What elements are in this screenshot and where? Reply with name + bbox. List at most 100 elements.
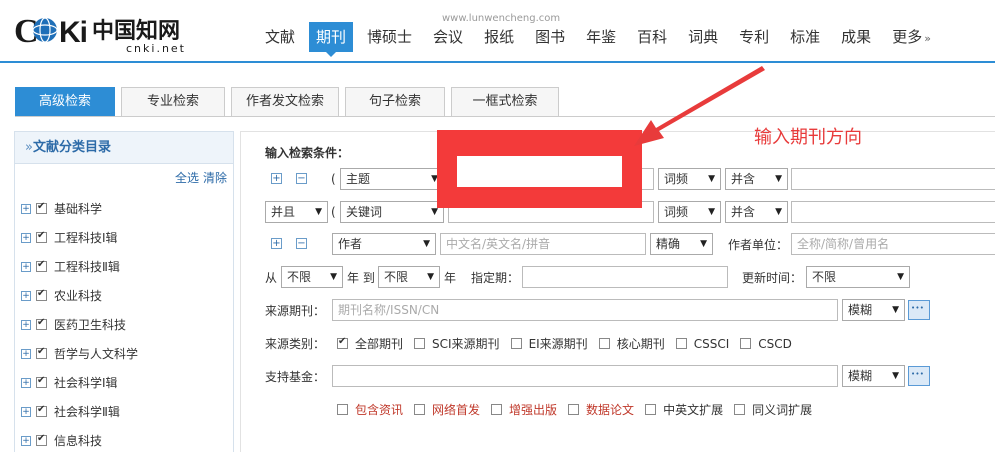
search-tab[interactable]: 专业检索 <box>121 87 225 117</box>
extra-option-checkbox[interactable] <box>568 404 580 415</box>
nav-item[interactable]: 年鉴 <box>579 22 623 52</box>
source-category-checkbox[interactable] <box>675 338 687 349</box>
caret-down-icon: ▼ <box>892 305 899 315</box>
category-checkbox[interactable] <box>36 259 47 272</box>
extra-option-label: 增强出版 <box>509 403 558 417</box>
category-checkbox[interactable] <box>36 346 47 359</box>
remove-row-minus-icon[interactable]: − <box>296 173 307 184</box>
expand-plus-icon[interactable]: + <box>21 406 31 417</box>
highlighted-input-area[interactable] <box>457 156 622 187</box>
source-category-checkbox[interactable] <box>740 338 752 349</box>
extra-option-checkbox[interactable] <box>491 404 503 415</box>
year-to-label: 年 到 <box>347 271 375 285</box>
nav-item[interactable]: 标准 <box>783 22 827 52</box>
nav-item[interactable]: 图书 <box>528 22 572 52</box>
caret-down-icon: ▼ <box>423 239 430 249</box>
nav-item[interactable]: 成果 <box>834 22 878 52</box>
category-item[interactable]: + 哲学与人文科学 <box>21 339 138 368</box>
expand-plus-icon[interactable]: + <box>21 261 31 272</box>
source-journal-input[interactable]: 期刊名称/ISSN/CN <box>332 299 838 321</box>
expand-plus-icon[interactable]: + <box>21 319 31 330</box>
category-checkbox[interactable] <box>36 317 47 330</box>
double-chevron-icon: » <box>25 140 33 155</box>
nav-item[interactable]: 更多» <box>885 22 938 52</box>
category-label: 工程科技Ⅱ辑 <box>54 260 120 274</box>
expand-plus-icon[interactable]: + <box>21 435 31 446</box>
row1-term2-input[interactable] <box>791 168 995 190</box>
svg-text:cnki.net: cnki.net <box>126 42 186 55</box>
source-category-label: CSCD <box>758 336 792 351</box>
category-item[interactable]: + 医药卫生科技 <box>21 310 138 339</box>
row2-field-select[interactable]: 关键词 ▼ <box>340 201 444 223</box>
fund-input[interactable] <box>332 365 838 387</box>
category-checkbox[interactable] <box>36 433 47 446</box>
row2-logic-select[interactable]: 并且 ▼ <box>265 201 328 223</box>
extra-option-checkbox[interactable] <box>414 404 426 415</box>
remove-author-minus-icon[interactable]: − <box>296 238 307 249</box>
from-year-select[interactable]: 不限 ▼ <box>281 266 343 288</box>
caret-down-icon: ▼ <box>708 174 715 184</box>
search-tab[interactable]: 句子检索 <box>345 87 445 117</box>
expand-plus-icon[interactable]: + <box>21 203 31 214</box>
nav-item[interactable]: 文献 <box>258 22 302 52</box>
search-tab[interactable]: 高级检索 <box>15 87 115 117</box>
nav-item[interactable]: 期刊 <box>309 22 354 57</box>
clear-link[interactable]: 清除 <box>203 171 227 185</box>
expand-plus-icon[interactable]: + <box>21 290 31 301</box>
nav-item[interactable]: 词典 <box>681 22 725 52</box>
caret-down-icon: ▼ <box>897 272 904 282</box>
source-category-checkbox[interactable] <box>337 336 348 349</box>
row1-field-select[interactable]: 主题 ▼ <box>340 168 444 190</box>
expand-plus-icon[interactable]: + <box>21 232 31 243</box>
category-checkbox[interactable] <box>36 201 47 214</box>
author-unit-input[interactable]: 全称/简称/曾用名 <box>791 233 995 255</box>
fund-match-select[interactable]: 模糊 ▼ <box>842 365 905 387</box>
nav-item[interactable]: 百科 <box>630 22 674 52</box>
source-category-checkbox[interactable] <box>414 338 426 349</box>
category-item[interactable]: + 社会科学Ⅱ辑 <box>21 397 138 426</box>
row1-relation-select[interactable]: 并含 ▼ <box>725 168 788 190</box>
category-item[interactable]: + 农业科技 <box>21 281 138 310</box>
specified-period-input[interactable] <box>522 266 728 288</box>
category-checkbox[interactable] <box>36 404 47 417</box>
add-author-plus-icon[interactable]: + <box>271 238 282 249</box>
category-checkbox[interactable] <box>36 375 47 388</box>
row1-frequency-select[interactable]: 词频 ▼ <box>658 168 721 190</box>
cnki-logo[interactable]: C Ki 中国知网 cnki.net <box>14 6 224 56</box>
row2-term2-input[interactable] <box>791 201 995 223</box>
category-item[interactable]: + 信息科技 <box>21 426 138 452</box>
author-match-select[interactable]: 精确 ▼ <box>650 233 713 255</box>
fund-picker-button[interactable] <box>908 366 930 386</box>
category-item[interactable]: + 工程科技Ⅱ辑 <box>21 252 138 281</box>
update-time-select[interactable]: 不限 ▼ <box>806 266 910 288</box>
expand-plus-icon[interactable]: + <box>21 348 31 359</box>
caret-down-icon: ▼ <box>427 272 434 282</box>
source-match-select[interactable]: 模糊 ▼ <box>842 299 905 321</box>
category-item[interactable]: + 工程科技Ⅰ辑 <box>21 223 138 252</box>
category-item[interactable]: + 基础科学 <box>21 194 138 223</box>
category-checkbox[interactable] <box>36 288 47 301</box>
nav-item[interactable]: 博硕士 <box>360 22 419 52</box>
search-tab[interactable]: 作者发文检索 <box>231 87 339 117</box>
to-year-select[interactable]: 不限 ▼ <box>378 266 440 288</box>
nav-item[interactable]: 会议 <box>426 22 470 52</box>
search-tab[interactable]: 一框式检索 <box>451 87 559 117</box>
category-checkbox[interactable] <box>36 230 47 243</box>
row2-frequency-select[interactable]: 词频 ▼ <box>658 201 721 223</box>
add-row-plus-icon[interactable]: + <box>271 173 282 184</box>
author-field-select[interactable]: 作者 ▼ <box>332 233 436 255</box>
sidebar-title[interactable]: »文献分类目录 <box>15 132 233 164</box>
extra-option-checkbox[interactable] <box>337 404 348 415</box>
source-category-checkbox[interactable] <box>510 338 522 349</box>
source-category-checkbox[interactable] <box>598 338 610 349</box>
journal-picker-button[interactable] <box>908 300 930 320</box>
nav-item[interactable]: 专利 <box>732 22 776 52</box>
extra-option-checkbox[interactable] <box>734 404 746 415</box>
extra-option-checkbox[interactable] <box>645 404 657 415</box>
author-name-input[interactable]: 中文名/英文名/拼音 <box>440 233 646 255</box>
select-all-link[interactable]: 全选 <box>175 171 199 185</box>
category-item[interactable]: + 社会科学Ⅰ辑 <box>21 368 138 397</box>
row2-relation-select[interactable]: 并含 ▼ <box>725 201 788 223</box>
nav-item[interactable]: 报纸 <box>477 22 521 52</box>
expand-plus-icon[interactable]: + <box>21 377 31 388</box>
